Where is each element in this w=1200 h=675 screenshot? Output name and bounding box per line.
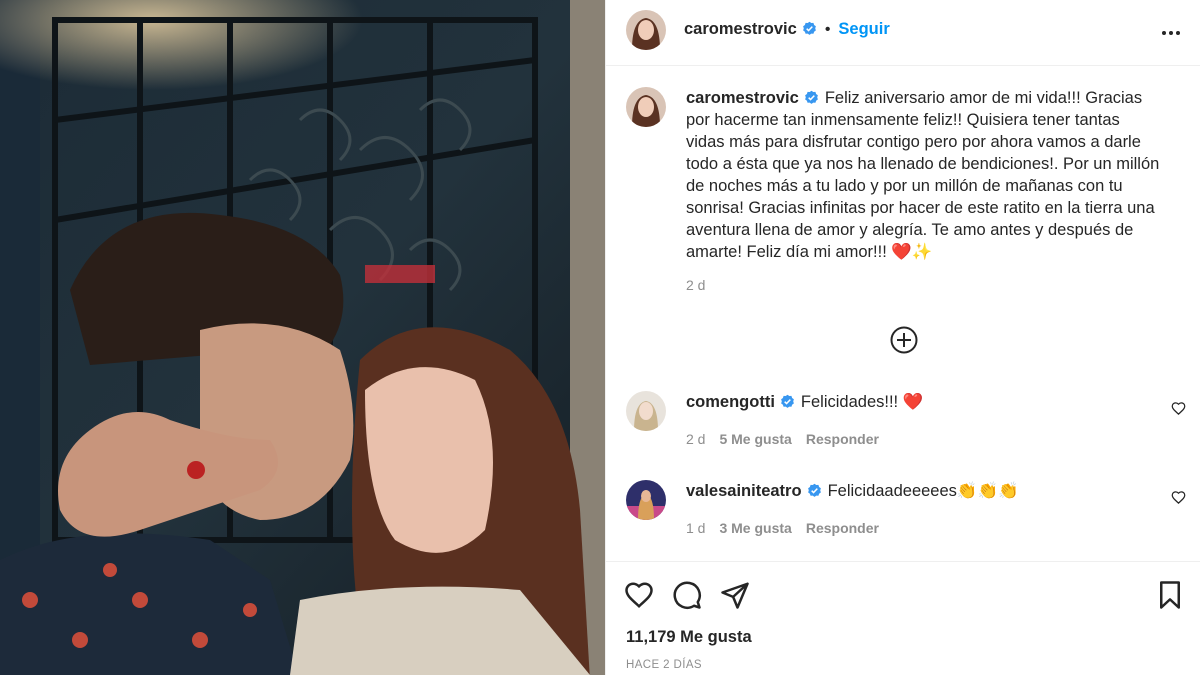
post-actions: 11,179 Me gusta HACE 2 DÍAS: [606, 561, 1200, 675]
verified-badge-icon: [802, 21, 816, 35]
caption-text-block: caromestrovic Feliz aniversario amor de m…: [686, 87, 1161, 263]
more-options-icon[interactable]: [1159, 21, 1183, 45]
avatar-image: [626, 10, 666, 50]
avatar-image: [626, 480, 666, 520]
comment-item: valesainiteatro Felicidaadeeeees👏👏👏 1 d 3 …: [626, 480, 1186, 540]
like-comment-heart-icon[interactable]: [1171, 490, 1186, 505]
author-username[interactable]: caromestrovic: [684, 20, 797, 38]
save-bookmark-icon[interactable]: [1155, 580, 1185, 610]
likes-count[interactable]: 11,179 Me gusta: [626, 628, 752, 647]
load-more-comments-icon[interactable]: [889, 325, 919, 355]
comment-likes[interactable]: 5 Me gusta: [719, 431, 791, 447]
post-date[interactable]: HACE 2 DÍAS: [626, 659, 702, 671]
comment-username[interactable]: valesainiteatro: [686, 482, 802, 500]
follow-button[interactable]: Seguir: [838, 20, 889, 38]
comment-body: Felicidades!!! ❤️: [800, 393, 924, 411]
verified-badge-icon: [781, 394, 794, 408]
commenter-avatar[interactable]: [626, 480, 666, 520]
share-paper-plane-icon[interactable]: [720, 580, 750, 610]
author-avatar[interactable]: [626, 10, 666, 50]
header-author-line: caromestrovic • Seguir: [684, 20, 890, 39]
comment-text-block: comengotti Felicidades!!! ❤️: [686, 391, 923, 413]
comment-username[interactable]: comengotti: [686, 393, 775, 411]
comment-body: Felicidaadeeeees👏👏👏: [827, 482, 1019, 500]
caption-username[interactable]: caromestrovic: [686, 89, 799, 107]
comment-meta: 1 d 3 Me gusta Responder: [686, 520, 893, 536]
comment-text-block: valesainiteatro Felicidaadeeeees👏👏👏: [686, 480, 1019, 502]
separator-dot: •: [824, 21, 831, 38]
like-comment-heart-icon[interactable]: [1171, 401, 1186, 416]
like-heart-icon[interactable]: [624, 580, 654, 610]
comment-likes[interactable]: 3 Me gusta: [719, 520, 791, 536]
reply-button[interactable]: Responder: [806, 520, 879, 536]
comment-meta: 2 d 5 Me gusta Responder: [686, 431, 893, 447]
commenter-avatar[interactable]: [626, 391, 666, 431]
comment-timestamp[interactable]: 1 d: [686, 520, 705, 536]
post-detail-panel: caromestrovic • Seguir caromestrovic Feliz …: [605, 0, 1200, 675]
post-image: [0, 0, 605, 675]
verified-badge-icon: [804, 90, 818, 104]
post-photo[interactable]: [0, 0, 605, 675]
post-header: caromestrovic • Seguir: [606, 0, 1200, 66]
avatar-image: [626, 87, 666, 127]
reply-button[interactable]: Responder: [806, 431, 879, 447]
comment-item: comengotti Felicidades!!! ❤️ 2 d 5 Me gust…: [626, 391, 1186, 451]
caption-timestamp[interactable]: 2 d: [686, 277, 705, 293]
comment-timestamp[interactable]: 2 d: [686, 431, 705, 447]
comment-bubble-icon[interactable]: [672, 580, 702, 610]
caption-avatar[interactable]: [626, 87, 666, 127]
caption-body: Feliz aniversario amor de mi vida!!! Gra…: [686, 89, 1160, 261]
avatar-image: [626, 391, 666, 431]
verified-badge-icon: [807, 483, 821, 497]
